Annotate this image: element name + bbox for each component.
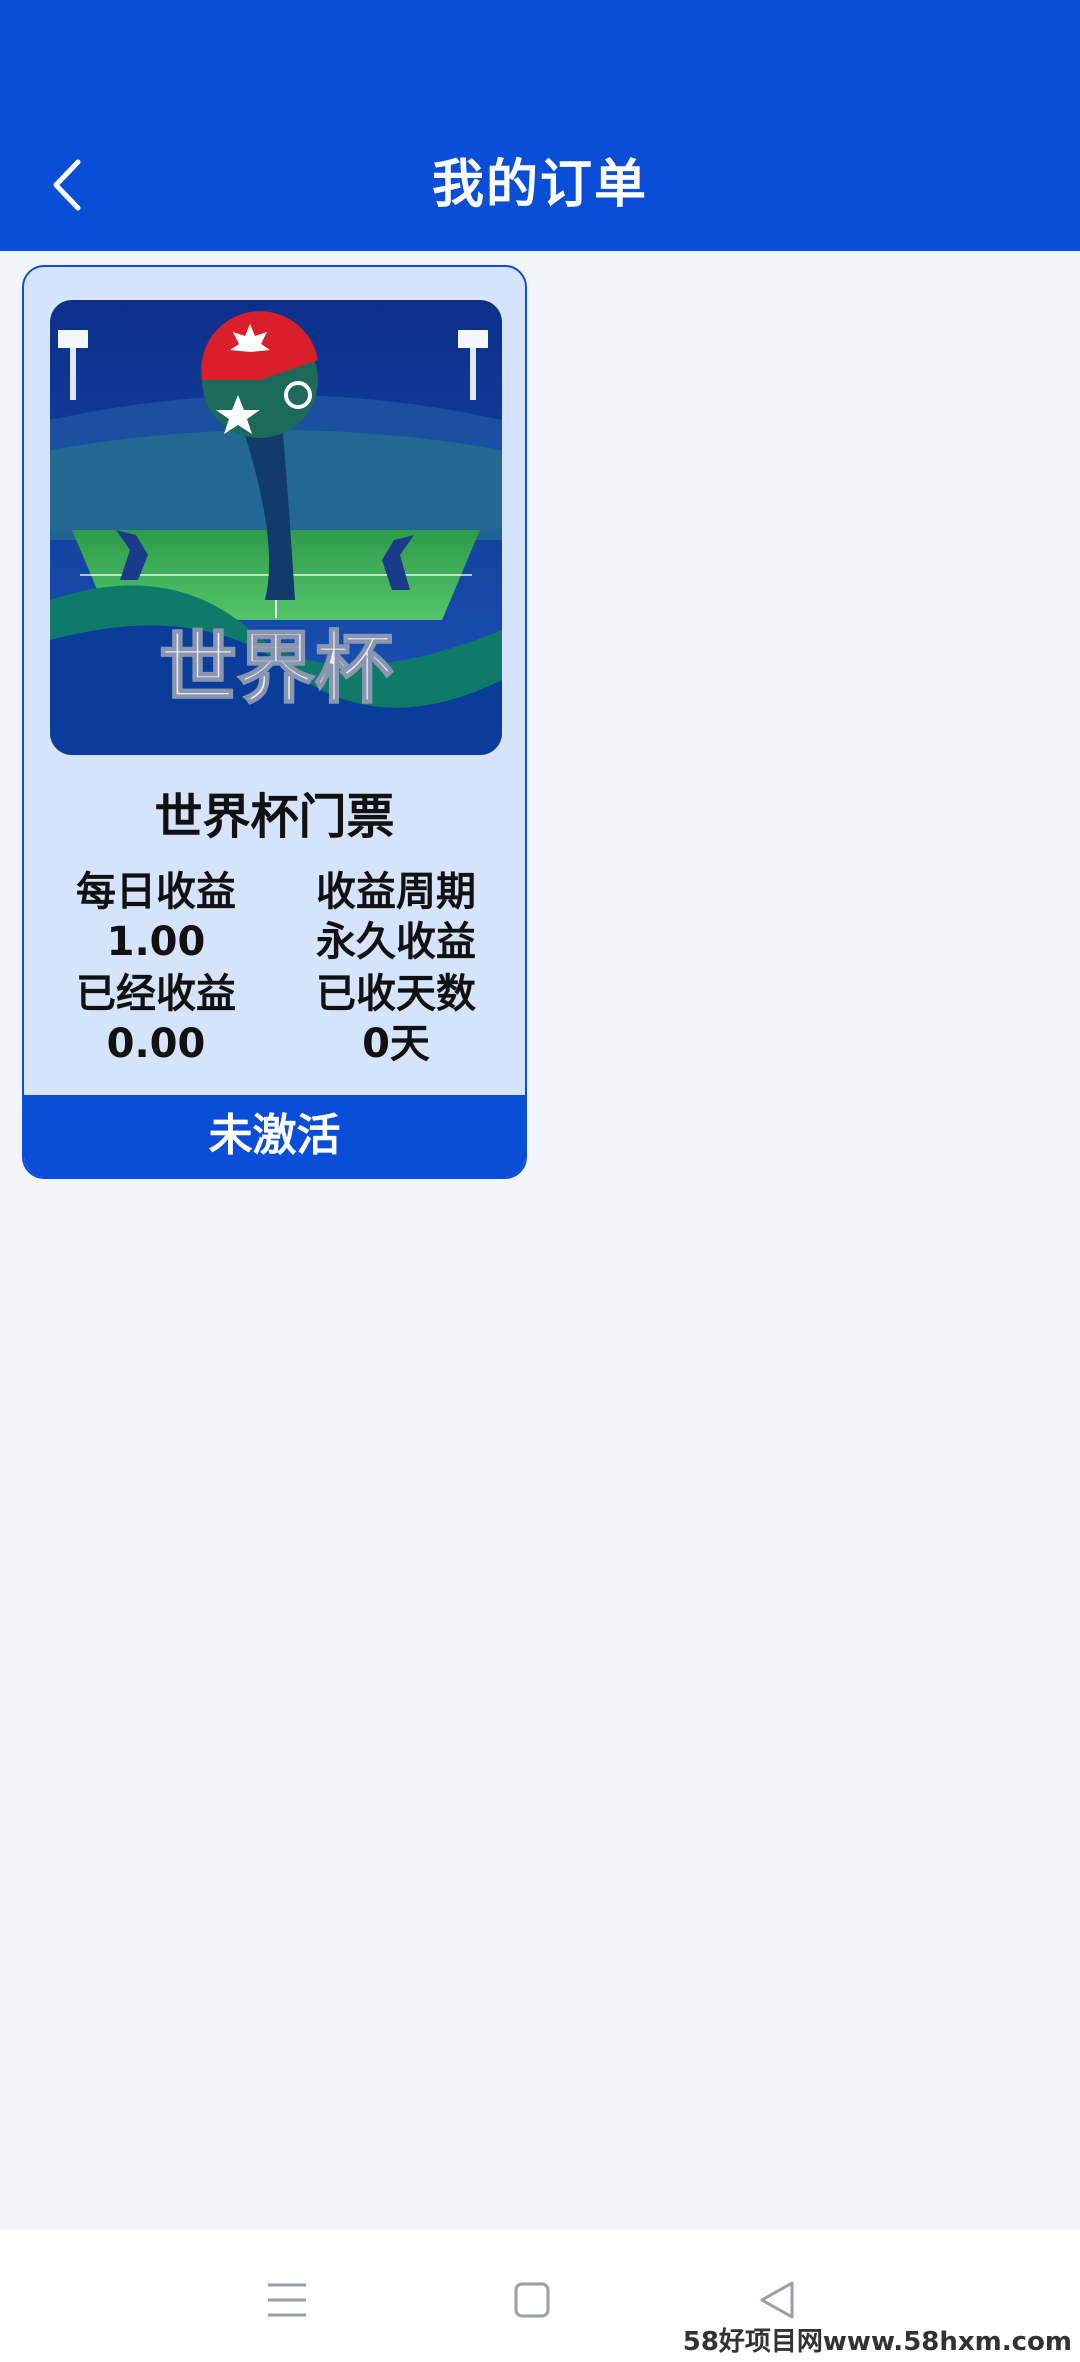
page-title: 我的订单 [431,155,648,215]
income-period-stat: 收益周期 永久收益 [286,867,506,967]
product-image-caption: 世界杯 [159,623,393,714]
earned-stat: 已经收益 0.00 [46,969,266,1069]
app-header: 我的订单 [0,0,1080,251]
earned-label: 已经收益 [76,971,236,1017]
triangle-back-icon [760,2281,794,2319]
home-button[interactable] [507,2275,557,2325]
days-collected-stat: 已收天数 0天 [286,969,506,1069]
income-period-value: 永久收益 [316,919,476,965]
daily-income-label: 每日收益 [76,869,236,915]
square-home-icon [514,2282,550,2318]
system-back-button[interactable] [752,2275,802,2325]
product-name: 世界杯门票 [154,789,395,845]
menu-icon [268,2283,306,2317]
watermark-text: 58好项目网www.58hxm.com [682,2327,1072,2357]
earned-value: 0.00 [106,1021,206,1067]
income-period-label: 收益周期 [316,869,476,915]
product-image: 世界杯 [50,300,502,755]
daily-income-value: 1.00 [106,919,206,965]
daily-income-stat: 每日收益 1.00 [46,867,266,967]
order-status-button[interactable]: 未激活 [24,1095,525,1177]
recent-apps-button[interactable] [262,2275,312,2325]
system-navigation-bar: 58好项目网www.58hxm.com [0,2230,1080,2362]
days-collected-label: 已收天数 [316,971,476,1017]
order-card[interactable]: 世界杯 世界杯门票 每日收益 1.00 收益周期 永久收益 已经收益 0.00 … [22,265,527,1179]
days-collected-value: 0天 [362,1021,430,1067]
